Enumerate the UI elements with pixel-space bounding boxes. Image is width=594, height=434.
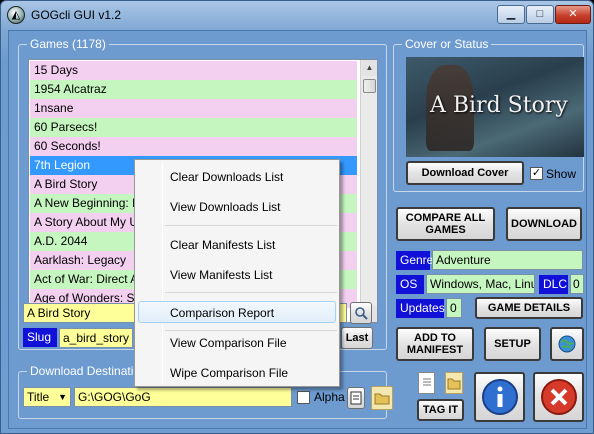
folder-icon [447, 378, 461, 390]
info-button[interactable] [474, 372, 525, 422]
browse-folder-button[interactable] [371, 386, 393, 410]
game-list-item[interactable]: 60 Parsecs! [30, 118, 357, 137]
search-icon [355, 307, 368, 320]
menu-comparison-report[interactable]: Comparison Report [170, 306, 274, 320]
genre-value: Adventure [432, 250, 583, 270]
game-list-item[interactable]: 1nsane [30, 99, 357, 118]
compare-all-games-button[interactable]: COMPARE ALL GAMES [396, 207, 495, 241]
window-title: GOGcli GUI v1.2 [31, 8, 122, 22]
slug-label: Slug [23, 328, 57, 347]
app-icon: ◭ [7, 6, 25, 24]
alpha-label: Alpha [314, 390, 345, 404]
chevron-down-icon: ▼ [58, 392, 67, 402]
dlc-label: DLC [539, 275, 568, 294]
close-icon [540, 379, 577, 415]
games-group-label: Games (1178) [27, 37, 109, 51]
show-checkbox[interactable]: ✓ [530, 167, 543, 180]
context-menu-separator [165, 330, 337, 331]
menu-wipe-comparison-file[interactable]: Wipe Comparison File [170, 366, 288, 380]
document-icon [422, 378, 431, 386]
game-list-item[interactable]: 1954 Alcatraz [30, 80, 357, 99]
globe-icon [558, 335, 576, 353]
game-list-item[interactable]: 60 Seconds! [30, 137, 357, 156]
exit-button[interactable] [533, 372, 584, 422]
setup-button[interactable]: SETUP [484, 327, 541, 361]
context-menu-gutter [162, 162, 163, 384]
search-button[interactable] [350, 302, 372, 324]
updates-value: 0 [446, 298, 462, 318]
website-button[interactable] [550, 327, 584, 361]
games-scrollbar[interactable]: ▲ ▼ [360, 60, 377, 322]
menu-clear-manifests-list[interactable]: Clear Manifests List [170, 238, 275, 252]
genre-label: Genre [396, 251, 433, 270]
menu-clear-downloads-list[interactable]: Clear Downloads List [170, 170, 283, 184]
context-menu: Clear Downloads List View Downloads List… [134, 159, 340, 387]
cover-group-label: Cover or Status [402, 37, 492, 51]
game-list-item[interactable]: 15 Days [30, 61, 357, 80]
last-button[interactable]: Last [341, 327, 373, 349]
context-menu-separator [165, 292, 337, 293]
title-select-value: Title [27, 390, 50, 404]
download-cover-button[interactable]: Download Cover [406, 161, 524, 185]
minimize-button[interactable]: ▁ [497, 5, 525, 24]
cover-image-title: A Bird Story [430, 93, 568, 118]
title-bar[interactable]: ◭ GOGcli GUI v1.2 ▁ □ ✕ [1, 1, 593, 29]
show-label: Show [546, 167, 577, 181]
context-menu-separator [165, 225, 337, 226]
title-select[interactable]: Title ▼ [23, 387, 71, 407]
alpha-checkbox[interactable] [297, 391, 310, 404]
info-icon [481, 379, 518, 415]
menu-view-downloads-list[interactable]: View Downloads List [170, 200, 281, 214]
cover-image: A Bird Story [406, 57, 584, 157]
slug-field[interactable]: a_bird_story [59, 328, 133, 348]
download-button[interactable]: DOWNLOAD [506, 207, 582, 241]
menu-view-comparison-file[interactable]: View Comparison File [170, 336, 287, 350]
download-path-input[interactable]: G:\GOG\GoG [74, 387, 292, 407]
scroll-up-icon[interactable]: ▲ [362, 60, 377, 76]
tag-it-button[interactable]: TAG IT [417, 399, 464, 421]
menu-view-manifests-list[interactable]: View Manifests List [170, 268, 273, 282]
dlc-value: 0 [570, 274, 584, 294]
scroll-thumb[interactable] [363, 79, 376, 93]
text-file-icon [350, 391, 362, 405]
add-to-manifest-button[interactable]: ADD TO MANIFEST [396, 327, 474, 361]
app-window: ◭ GOGcli GUI v1.2 ▁ □ ✕ Games (1178) 15 … [0, 0, 594, 434]
open-folder-button[interactable] [445, 372, 463, 394]
game-details-button[interactable]: GAME DETAILS [475, 297, 583, 319]
notes-button[interactable] [418, 372, 435, 394]
folder-icon [374, 393, 390, 405]
maximize-button[interactable]: □ [526, 5, 554, 24]
os-label: OS [396, 275, 424, 294]
close-window-button[interactable]: ✕ [555, 5, 591, 24]
updates-label: Updates [396, 299, 445, 318]
path-settings-button[interactable] [347, 387, 365, 409]
os-value: Windows, Mac, Linux [426, 274, 535, 294]
